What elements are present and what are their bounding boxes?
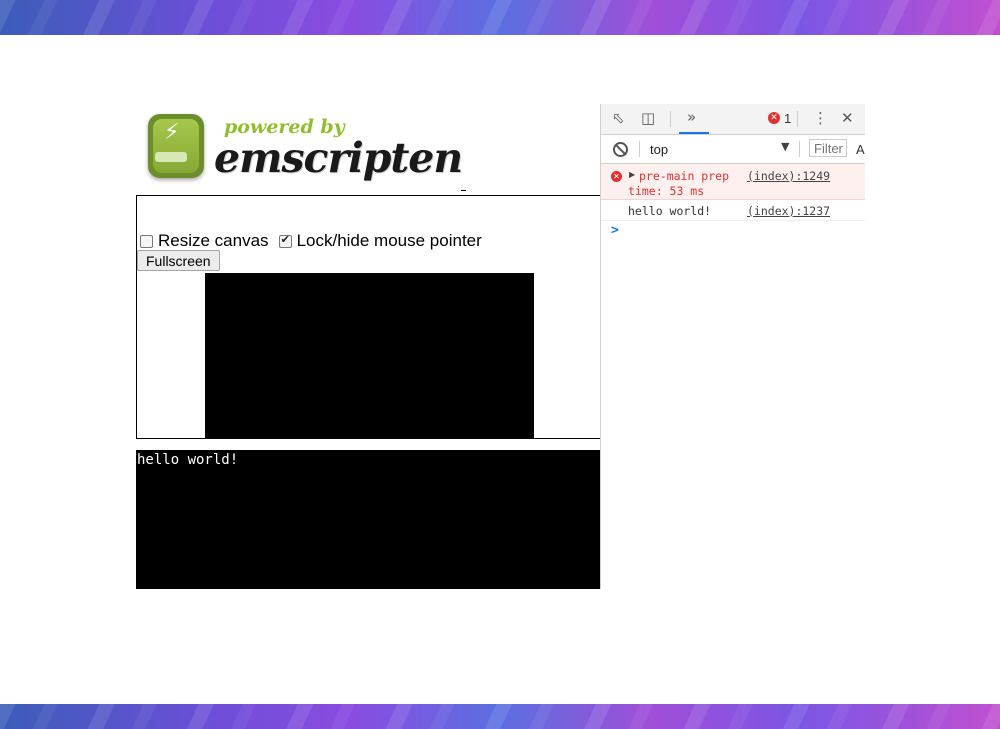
error-message-line1: pre-main prep [639, 169, 730, 183]
canvas-container: Resize canvas Lock/hide mouse pointer Fu… [136, 195, 601, 439]
desktop-wallpaper-top [0, 0, 1000, 35]
info-message-text: hello world! [628, 204, 712, 218]
emscripten-canvas[interactable] [205, 273, 534, 438]
console-prompt-icon: > [611, 223, 619, 238]
inspect-element-icon[interactable]: ⬁ [612, 109, 625, 127]
console-message-error[interactable]: ✕ ▶ pre-main prep time: 53 ms (index):12… [601, 164, 865, 200]
lock-pointer-label: Lock/hide mouse pointer [296, 231, 482, 250]
chevron-double-right-icon: » [687, 108, 697, 126]
console-filter-input[interactable] [809, 139, 847, 157]
desktop-wallpaper-bottom [0, 704, 1000, 729]
console-filter-bar: top ▼ A [601, 135, 865, 164]
emscripten-logo: ⚡ powered by emscripten [144, 110, 463, 190]
devtools-toolbar: ⬁ ◫ » ✕ 1 ⋮ ✕ [601, 104, 865, 135]
status-spinner [461, 190, 466, 191]
emscripten-badge-icon: ⚡ [148, 114, 204, 178]
filter-levels-label[interactable]: A [856, 142, 865, 157]
device-toggle-icon[interactable]: ◫ [641, 109, 655, 127]
output-console[interactable]: hello world! [136, 450, 601, 589]
error-source-link[interactable]: (index):1249 [747, 169, 830, 183]
context-dropdown-icon[interactable]: ▼ [781, 140, 789, 153]
console-log: ✕ ▶ pre-main prep time: 53 ms (index):12… [601, 164, 865, 243]
expand-triangle-icon[interactable]: ▶ [629, 170, 635, 179]
close-icon[interactable]: ✕ [841, 109, 854, 127]
error-icon: ✕ [611, 171, 622, 182]
logo-brand-name: emscripten [214, 134, 463, 182]
error-message-line2: time: 53 ms [628, 184, 705, 198]
canvas-controls: Resize canvas Lock/hide mouse pointer [140, 231, 492, 251]
kebab-menu-icon[interactable]: ⋮ [813, 109, 828, 127]
clear-console-icon[interactable] [613, 142, 628, 157]
resize-canvas-label: Resize canvas [158, 231, 269, 250]
info-source-link[interactable]: (index):1237 [747, 204, 830, 218]
lock-pointer-checkbox[interactable] [278, 233, 292, 248]
more-tabs-button[interactable]: » [679, 104, 709, 134]
error-count-icon[interactable]: ✕ [768, 112, 780, 124]
console-message-info[interactable]: hello world! (index):1237 [601, 200, 865, 221]
resize-canvas-checkbox[interactable] [140, 234, 153, 248]
emscripten-page: ⚡ powered by emscripten Resize canvas Lo… [136, 104, 601, 589]
fullscreen-button[interactable]: Fullscreen [137, 250, 220, 271]
devtools-panel: ⬁ ◫ » ✕ 1 ⋮ ✕ top ▼ A ✕ ▶ pre-main prep … [600, 104, 865, 589]
context-selector[interactable]: top [650, 142, 668, 157]
console-prompt-row[interactable]: > [601, 221, 865, 243]
error-count[interactable]: 1 [784, 111, 791, 126]
